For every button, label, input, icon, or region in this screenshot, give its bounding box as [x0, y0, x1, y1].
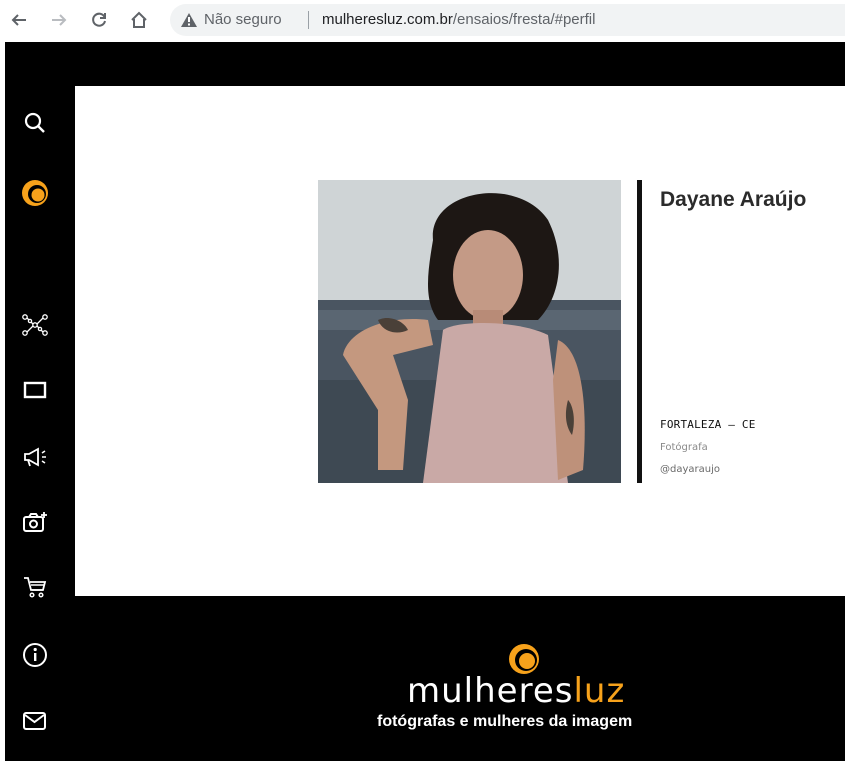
home-icon [131, 11, 147, 28]
back-button[interactable] [6, 6, 32, 34]
search-icon [24, 112, 45, 133]
camera-button[interactable] [20, 507, 50, 537]
info-icon [23, 643, 47, 667]
browser-toolbar: Não seguro mulheresluz.com.br/ensaios/fr… [0, 0, 845, 40]
brand-logo-icon [509, 644, 539, 674]
camera-add-icon [23, 512, 47, 532]
portrait-image [318, 180, 621, 483]
mail-button[interactable] [20, 706, 50, 736]
reload-icon [92, 12, 106, 27]
forward-button[interactable] [46, 6, 72, 34]
logo-icon [22, 180, 48, 206]
news-button[interactable] [20, 442, 50, 472]
sidebar [5, 42, 75, 761]
page: Dayane Araújo FORTALEZA – CE Fotógrafa @… [5, 42, 845, 761]
profile-handle[interactable]: @dayaraujo [660, 464, 720, 475]
brand-name-right: luz [573, 671, 626, 711]
url-path: /ensaios/fresta/#perfil [452, 11, 596, 28]
home-button[interactable] [126, 6, 152, 34]
profile-role: Fotógrafa [660, 442, 708, 453]
logo-button[interactable] [20, 178, 50, 208]
footer-logo[interactable]: mulheresluz fotógrafas e mulheres da ima… [377, 637, 677, 747]
forward-arrow-icon [52, 14, 67, 26]
network-button[interactable] [20, 310, 50, 340]
security-label[interactable]: Não seguro [204, 11, 282, 28]
url-host: mulheresluz.com.br [322, 11, 453, 28]
profile-name: Dayane Araújo [660, 188, 807, 211]
profile-divider [637, 180, 642, 483]
profile-photo [318, 180, 621, 483]
mail-icon [23, 712, 46, 730]
brand-name: mulheresluz [407, 671, 625, 711]
cart-icon [24, 577, 47, 598]
address-bar[interactable]: Não seguro mulheresluz.com.br/ensaios/fr… [170, 4, 845, 36]
profile-location: FORTALEZA – CE [660, 418, 756, 431]
brand-name-left: mulheres [407, 671, 574, 711]
profile-panel: Dayane Araújo FORTALEZA – CE Fotógrafa @… [75, 86, 845, 596]
warning-icon [181, 13, 197, 27]
address-divider [308, 11, 309, 29]
url-text[interactable]: mulheresluz.com.br/ensaios/fresta/#perfi… [322, 11, 595, 28]
cart-button[interactable] [20, 572, 50, 602]
brand-tagline: fotógrafas e mulheres da imagem [377, 713, 633, 730]
gallery-button[interactable] [20, 375, 50, 405]
back-arrow-icon [11, 14, 26, 26]
network-icon [22, 314, 48, 336]
reload-button[interactable] [86, 6, 112, 34]
megaphone-icon [24, 447, 46, 467]
rectangle-icon [23, 381, 47, 399]
search-button[interactable] [20, 108, 50, 138]
info-button[interactable] [20, 640, 50, 670]
